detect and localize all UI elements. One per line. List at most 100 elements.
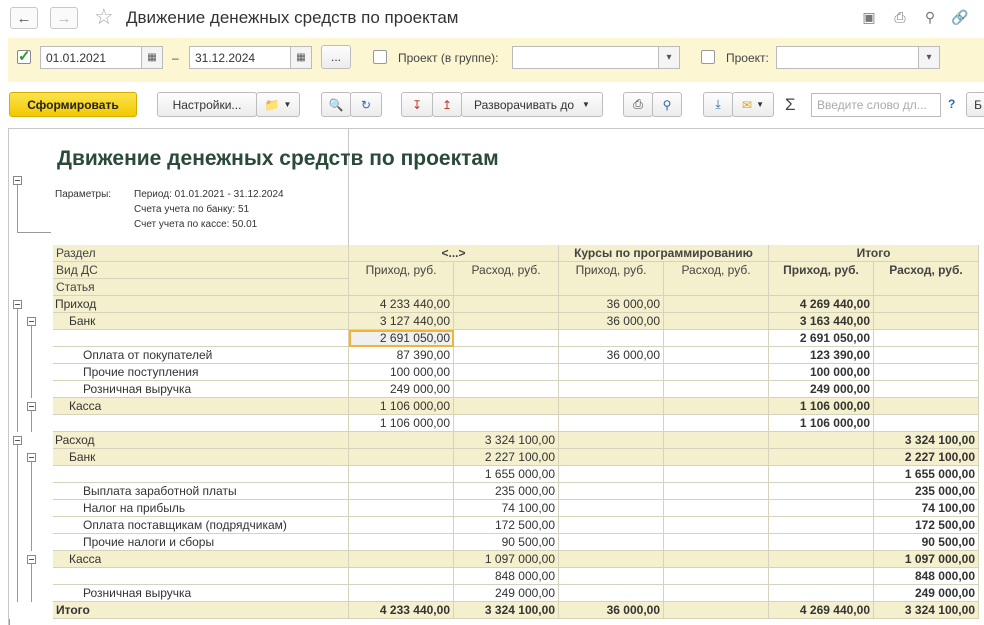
- value-cell: 100 000,00: [769, 364, 874, 381]
- value-cell: [454, 381, 559, 398]
- period-to-input[interactable]: 31.12.2024: [189, 46, 291, 69]
- sort-asc-button[interactable]: ↥: [432, 92, 462, 117]
- calendar-to-icon[interactable]: ▦: [290, 46, 312, 69]
- send-mail-button[interactable]: ✉ ▼: [732, 92, 774, 117]
- period-checkbox[interactable]: [17, 47, 31, 65]
- row-label: Касса: [53, 551, 349, 568]
- value-cell: [454, 398, 559, 415]
- calendar-from-icon[interactable]: ▦: [141, 46, 163, 69]
- collapse-subsection-icon[interactable]: [27, 555, 36, 564]
- find-next-button[interactable]: ↻: [350, 92, 382, 117]
- tree-line: [31, 462, 32, 551]
- value-cell: 3 324 100,00: [874, 432, 979, 449]
- value-cell: 2 227 100,00: [454, 449, 559, 466]
- column-group-header: Итого: [769, 245, 979, 262]
- value-cell: [454, 330, 559, 347]
- forward-arrow-icon[interactable]: →: [50, 7, 78, 29]
- generate-button[interactable]: Сформировать: [9, 92, 137, 117]
- value-cell: [664, 585, 769, 602]
- value-cell: [874, 296, 979, 313]
- value-cell: 1 097 000,00: [454, 551, 559, 568]
- link-icon[interactable]: 🔗: [951, 8, 969, 26]
- collapse-subsection-icon[interactable]: [27, 453, 36, 462]
- row-label: Выплата заработной платы: [53, 483, 349, 500]
- value-cell: [769, 568, 874, 585]
- print-icon[interactable]: ⎙: [891, 8, 909, 26]
- row-header-2: Статья: [53, 279, 349, 296]
- project-field[interactable]: [776, 46, 922, 69]
- total-label: Итого: [53, 602, 349, 619]
- project-dropdown-icon[interactable]: ▾: [918, 46, 940, 69]
- value-cell: 1 655 000,00: [454, 466, 559, 483]
- save-icon[interactable]: ▣: [860, 8, 878, 26]
- help-icon[interactable]: ?: [948, 97, 955, 111]
- collapse-subsection-icon[interactable]: [27, 317, 36, 326]
- more-button[interactable]: Б: [966, 92, 984, 117]
- project-checkbox[interactable]: [701, 50, 715, 64]
- expand-to-button[interactable]: Разворачивать до ▼: [461, 92, 603, 117]
- value-cell: [559, 432, 664, 449]
- value-cell: [349, 585, 454, 602]
- column-group-header: <...>: [349, 245, 559, 262]
- value-cell: [769, 483, 874, 500]
- find-button[interactable]: 🔍: [321, 92, 351, 117]
- value-cell: 172 500,00: [454, 517, 559, 534]
- sum-icon[interactable]: Σ: [785, 95, 796, 115]
- sort-desc-button[interactable]: ↧: [401, 92, 433, 117]
- filter-bar: 01.01.2021 ▦ – 31.12.2024 ▦ ... Проект (…: [8, 38, 984, 82]
- value-cell: [349, 551, 454, 568]
- value-cell: [664, 415, 769, 432]
- total-value: [664, 602, 769, 619]
- variants-button[interactable]: 📁 ▼: [256, 92, 300, 117]
- total-value: 4 233 440,00: [349, 602, 454, 619]
- value-cell: [349, 517, 454, 534]
- preview-icon[interactable]: ⚲: [921, 8, 939, 26]
- value-cell: [769, 432, 874, 449]
- back-arrow-icon[interactable]: ←: [10, 7, 38, 29]
- search-icon: 🔍: [328, 97, 344, 112]
- value-cell: [349, 449, 454, 466]
- preview-icon: ⚲: [662, 97, 672, 112]
- collapse-section-icon[interactable]: [13, 300, 22, 309]
- collapse-header-icon[interactable]: [13, 176, 22, 185]
- value-cell: 36 000,00: [559, 296, 664, 313]
- value-cell: [559, 483, 664, 500]
- value-cell: [559, 517, 664, 534]
- value-cell: 2 691 050,00: [769, 330, 874, 347]
- value-cell: [559, 398, 664, 415]
- settings-button[interactable]: Настройки...: [157, 92, 257, 117]
- project-group-field[interactable]: [512, 46, 662, 69]
- project-group-checkbox[interactable]: [373, 50, 387, 64]
- project-group-dropdown-icon[interactable]: ▾: [658, 46, 680, 69]
- favorite-star-icon[interactable]: ☆: [94, 4, 114, 30]
- value-cell: [559, 364, 664, 381]
- value-cell: [349, 483, 454, 500]
- value-cell: [664, 466, 769, 483]
- project-label: Проект:: [726, 51, 769, 65]
- value-cell: [664, 330, 769, 347]
- period-select-button[interactable]: ...: [321, 45, 351, 69]
- save-file-button[interactable]: ⤓: [703, 92, 733, 117]
- total-value: 3 324 100,00: [454, 602, 559, 619]
- row-label: Розничная выручка: [53, 381, 349, 398]
- value-cell: [559, 330, 664, 347]
- print-preview-button[interactable]: ⚲: [652, 92, 682, 117]
- row-label: [53, 466, 349, 483]
- title-bar: ← → ☆ Движение денежных средств по проек…: [0, 0, 984, 36]
- search-input[interactable]: Введите слово дл...: [811, 93, 941, 117]
- project-group-label: Проект (в группе):: [398, 51, 499, 65]
- column-header: Расход, руб.: [454, 262, 559, 296]
- tree-line: [9, 619, 10, 625]
- value-cell: [769, 534, 874, 551]
- period-from-input[interactable]: 01.01.2021: [40, 46, 142, 69]
- collapse-section-icon[interactable]: [13, 436, 22, 445]
- find-next-icon: ↻: [360, 97, 372, 112]
- value-cell: 249 000,00: [874, 585, 979, 602]
- value-cell: 235 000,00: [874, 483, 979, 500]
- row-label: [53, 415, 349, 432]
- value-cell: [559, 568, 664, 585]
- print-button[interactable]: ⎙: [623, 92, 653, 117]
- collapse-subsection-icon[interactable]: [27, 402, 36, 411]
- row-header-1: Вид ДС: [53, 262, 349, 279]
- value-cell: 2 227 100,00: [874, 449, 979, 466]
